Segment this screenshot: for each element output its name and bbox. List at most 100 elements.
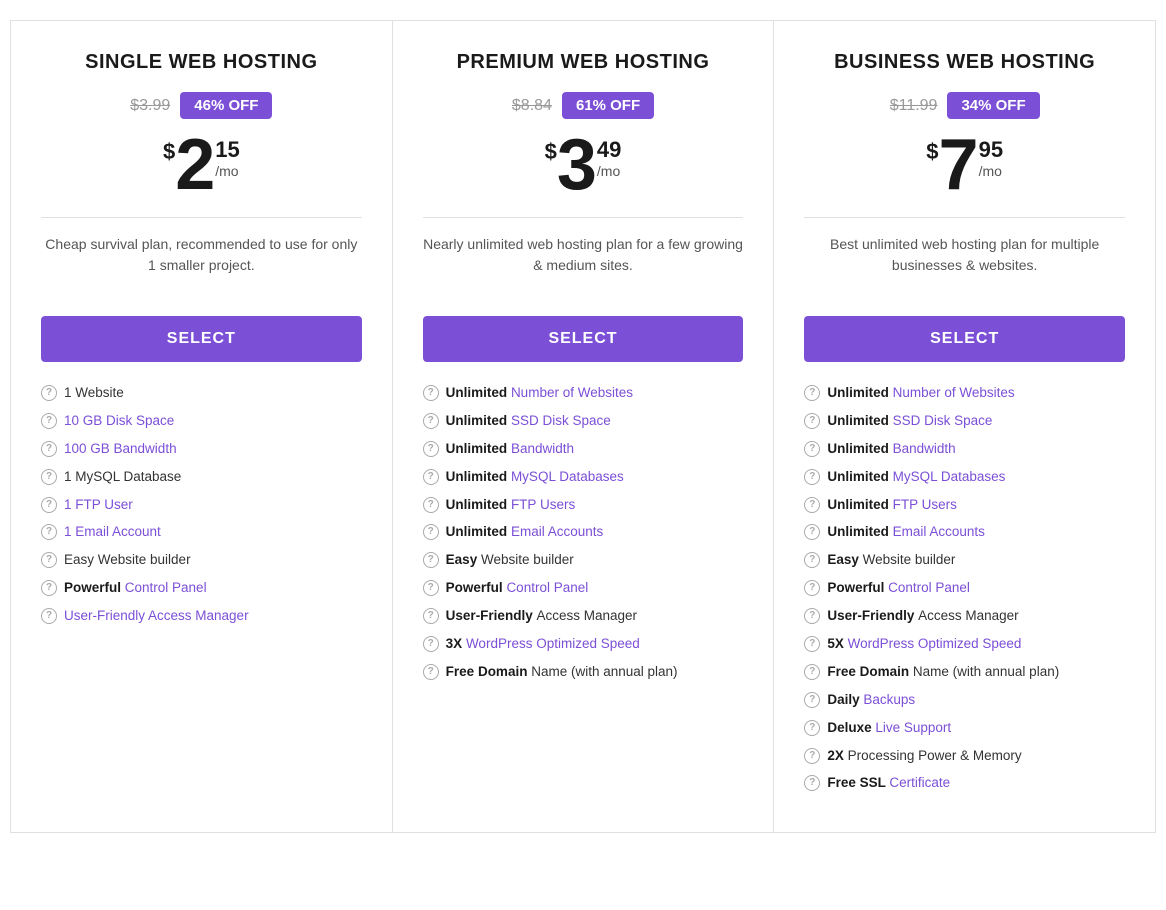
- question-icon[interactable]: ?: [423, 552, 439, 568]
- question-icon[interactable]: ?: [423, 413, 439, 429]
- question-icon[interactable]: ?: [804, 469, 820, 485]
- feature-link-text[interactable]: Control Panel: [506, 580, 588, 595]
- question-icon[interactable]: ?: [423, 497, 439, 513]
- question-icon[interactable]: ?: [804, 692, 820, 708]
- question-icon[interactable]: ?: [804, 748, 820, 764]
- question-icon[interactable]: ?: [804, 664, 820, 680]
- feature-link-text[interactable]: Number of Websites: [511, 385, 633, 400]
- feature-link-text[interactable]: Live Support: [875, 720, 951, 735]
- question-icon[interactable]: ?: [423, 608, 439, 624]
- feature-bold-text: User-Friendly: [827, 608, 918, 623]
- list-item: ?Unlimited SSD Disk Space: [804, 412, 1125, 431]
- plan-title-business: BUSINESS WEB HOSTING: [804, 51, 1125, 74]
- question-icon[interactable]: ?: [423, 580, 439, 596]
- feature-bold-text: Unlimited: [827, 497, 892, 512]
- feature-link-text[interactable]: Control Panel: [125, 580, 207, 595]
- select-button-premium[interactable]: SELECT: [423, 316, 744, 362]
- feature-link-text[interactable]: Control Panel: [888, 580, 970, 595]
- question-icon[interactable]: ?: [804, 441, 820, 457]
- feature-bold-text: Deluxe: [827, 720, 875, 735]
- select-button-business[interactable]: SELECT: [804, 316, 1125, 362]
- question-icon[interactable]: ?: [423, 469, 439, 485]
- question-icon[interactable]: ?: [41, 469, 57, 485]
- feature-link-text[interactable]: WordPress Optimized Speed: [848, 636, 1022, 651]
- list-item: ?3X WordPress Optimized Speed: [423, 635, 744, 654]
- list-item: ? 1 Email Account: [41, 523, 362, 542]
- question-icon[interactable]: ?: [41, 580, 57, 596]
- list-item: ? Easy Website builder: [41, 551, 362, 570]
- feature-link-text[interactable]: 1 FTP User: [64, 497, 133, 512]
- feature-link-text[interactable]: Email Accounts: [893, 524, 985, 539]
- feature-bold-text: 5X: [827, 636, 847, 651]
- feature-link-text[interactable]: MySQL Databases: [893, 469, 1006, 484]
- question-icon[interactable]: ?: [41, 552, 57, 568]
- feature-plain-text: Easy Website builder: [64, 552, 191, 567]
- feature-bold-text: Unlimited: [827, 469, 892, 484]
- list-item: ?Free Domain Name (with annual plan): [804, 663, 1125, 682]
- question-icon[interactable]: ?: [423, 524, 439, 540]
- price-main-single: 2: [175, 129, 215, 201]
- question-icon[interactable]: ?: [804, 775, 820, 791]
- feature-link-text[interactable]: Bandwidth: [893, 441, 956, 456]
- question-icon[interactable]: ?: [804, 385, 820, 401]
- price-cents-mo-single: 15/mo: [215, 137, 239, 179]
- question-icon[interactable]: ?: [804, 608, 820, 624]
- question-icon[interactable]: ?: [423, 441, 439, 457]
- list-item: ?Unlimited Number of Websites: [804, 384, 1125, 403]
- feature-link-text[interactable]: Number of Websites: [893, 385, 1015, 400]
- question-icon[interactable]: ?: [41, 385, 57, 401]
- feature-bold-text: Powerful: [64, 580, 125, 595]
- question-icon[interactable]: ?: [804, 580, 820, 596]
- list-item: ? Powerful Control Panel: [41, 579, 362, 598]
- feature-link-text[interactable]: FTP Users: [511, 497, 575, 512]
- question-icon[interactable]: ?: [41, 441, 57, 457]
- features-list-single: ? 1 Website? 10 GB Disk Space? 100 GB Bandw…: [41, 384, 362, 626]
- question-icon[interactable]: ?: [804, 524, 820, 540]
- feature-link-text[interactable]: FTP Users: [893, 497, 957, 512]
- feature-link-text[interactable]: MySQL Databases: [511, 469, 624, 484]
- feature-link-text[interactable]: Certificate: [889, 775, 950, 790]
- question-icon[interactable]: ?: [423, 664, 439, 680]
- question-icon[interactable]: ?: [423, 636, 439, 652]
- features-list-premium: ? Unlimited Number of Websites ?Unlimited …: [423, 384, 744, 682]
- feature-plain-text: 1 Website: [64, 385, 124, 400]
- list-item: ?Free SSL Certificate: [804, 774, 1125, 793]
- feature-link-text[interactable]: User-Friendly Access Manager: [64, 608, 249, 623]
- plan-title-single: SINGLE WEB HOSTING: [41, 51, 362, 74]
- question-icon[interactable]: ?: [804, 552, 820, 568]
- question-icon[interactable]: ?: [804, 497, 820, 513]
- select-button-single[interactable]: SELECT: [41, 316, 362, 362]
- plan-card-business: BUSINESS WEB HOSTING$11.9934% OFF$795/mo…: [773, 20, 1156, 833]
- feature-link-text[interactable]: 100 GB Bandwidth: [64, 441, 177, 456]
- feature-bold-text: Powerful: [446, 580, 507, 595]
- feature-link-text[interactable]: 10 GB Disk Space: [64, 413, 174, 428]
- price-dollar-business: $: [926, 139, 938, 165]
- question-icon[interactable]: ?: [423, 385, 439, 401]
- divider-business: [804, 217, 1125, 218]
- list-item: ?Unlimited MySQL Databases: [423, 468, 744, 487]
- plan-title-premium: PREMIUM WEB HOSTING: [423, 51, 744, 74]
- feature-bold-text: Unlimited: [446, 413, 511, 428]
- feature-link-text[interactable]: 1 Email Account: [64, 524, 161, 539]
- feature-bold-text: Unlimited: [827, 441, 892, 456]
- list-item: ?Free Domain Name (with annual plan): [423, 663, 744, 682]
- question-icon[interactable]: ?: [41, 497, 57, 513]
- feature-link-text[interactable]: Backups: [863, 692, 915, 707]
- feature-link-text[interactable]: Email Accounts: [511, 524, 603, 539]
- plan-description-premium: Nearly unlimited web hosting plan for a …: [423, 234, 744, 294]
- question-icon[interactable]: ?: [41, 524, 57, 540]
- feature-link-text[interactable]: SSD Disk Space: [893, 413, 993, 428]
- price-row-single: $3.9946% OFF: [41, 92, 362, 119]
- feature-bold-text: Unlimited: [446, 441, 511, 456]
- question-icon[interactable]: ?: [804, 720, 820, 736]
- list-item: ?Easy Website builder: [804, 551, 1125, 570]
- question-icon[interactable]: ?: [804, 636, 820, 652]
- feature-link-text[interactable]: WordPress Optimized Speed: [466, 636, 640, 651]
- feature-link-text[interactable]: Bandwidth: [511, 441, 574, 456]
- question-icon[interactable]: ?: [41, 413, 57, 429]
- feature-link-text[interactable]: SSD Disk Space: [511, 413, 611, 428]
- question-icon[interactable]: ?: [804, 413, 820, 429]
- original-price-business: $11.99: [890, 97, 938, 115]
- discount-badge-premium: 61% OFF: [562, 92, 654, 119]
- question-icon[interactable]: ?: [41, 608, 57, 624]
